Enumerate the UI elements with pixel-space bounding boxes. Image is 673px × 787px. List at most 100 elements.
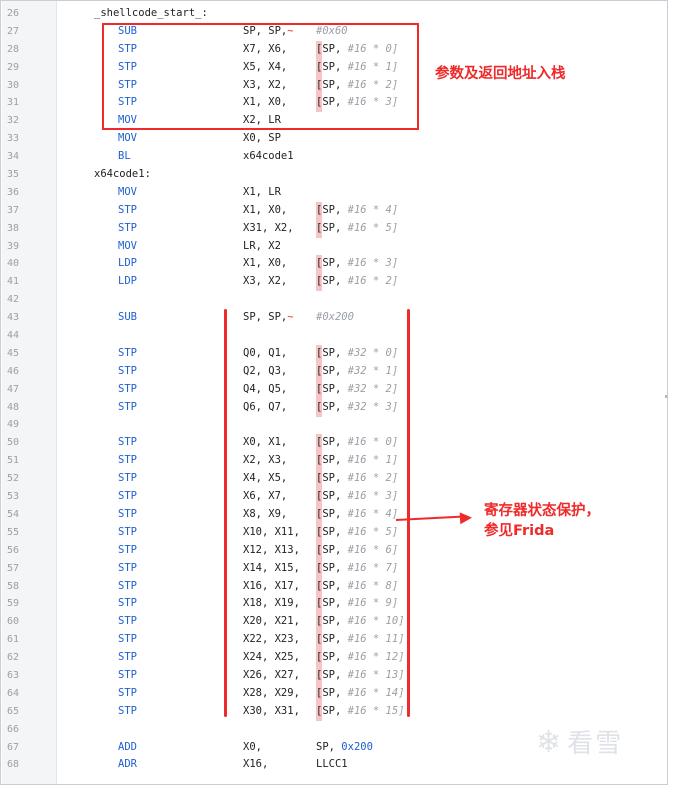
mnemonic: ADR xyxy=(118,758,137,771)
operand-registers: X8, X9, xyxy=(243,507,288,520)
operands: X20, X21, xyxy=(243,613,300,631)
base-register: SP, xyxy=(322,633,348,646)
mnemonic: STP xyxy=(118,668,137,681)
offset-expression: #16 * 14 xyxy=(347,686,399,699)
line-number: 26 xyxy=(7,8,20,19)
code-line: 49 xyxy=(1,416,667,434)
operands: X18, X19, xyxy=(243,595,300,613)
code-line: 40 LDP X1, X0, [SP, #16 * 3] xyxy=(1,255,667,274)
offset-expression: #16 * 5 xyxy=(347,525,392,538)
operands: X0, X1, xyxy=(243,434,287,452)
bracket-close: ] xyxy=(398,615,405,628)
line-number: 54 xyxy=(7,508,20,520)
memory-operand: [SP, #16 * 13] xyxy=(316,666,405,685)
line-number: 46 xyxy=(7,365,20,377)
operand-registers: X2, X3, xyxy=(243,454,288,467)
line-number: 32 xyxy=(7,115,20,127)
base-register: SP, xyxy=(322,668,348,681)
operand-registers: Q4, Q5, xyxy=(243,382,288,395)
line-number: 40 xyxy=(7,258,20,270)
operands: X10, X11, xyxy=(243,524,300,542)
base-register: SP, xyxy=(322,346,348,359)
operand-registers: X12, X13, xyxy=(243,543,300,556)
bracket-close: ] xyxy=(398,651,405,664)
bracket-close: ] xyxy=(391,525,399,538)
watermark: ❄ 看雪 xyxy=(536,723,623,760)
operands: X1, X0, xyxy=(243,202,287,220)
line-number: 61 xyxy=(7,634,20,646)
offset-expression: #16 * 11 xyxy=(347,633,399,646)
operand-registers: X24, X25, xyxy=(243,651,300,664)
code-line: 43 SUB SP, SP,~ #0x200 xyxy=(1,309,667,327)
line-number: 47 xyxy=(7,383,20,395)
line-number: 36 xyxy=(7,186,20,198)
memory-operand: [SP, #16 * 11] xyxy=(316,631,405,650)
memory-operand: [SP, #16 * 9] xyxy=(316,595,398,614)
operand-registers: X31, X2, xyxy=(243,221,294,234)
line-number: 41 xyxy=(7,276,20,288)
line-number: 45 xyxy=(7,347,20,359)
bracket-close: ] xyxy=(391,472,399,485)
bracket-close: ] xyxy=(391,579,399,592)
operands: X3, X2, xyxy=(243,273,287,291)
offset-expression: #16 * 2 xyxy=(347,275,392,288)
offset-expression: #16 * 7 xyxy=(347,561,392,574)
mnemonic: MOV xyxy=(118,132,137,145)
operand-registers: X16, xyxy=(243,758,269,771)
line-number: 50 xyxy=(7,437,20,449)
code-line: 64 STP X28, X29, [SP, #16 * 14] xyxy=(1,684,667,703)
operands: X1, X0, xyxy=(243,255,287,273)
mnemonic: STP xyxy=(118,400,137,413)
base-register: SP, xyxy=(322,490,348,503)
code-line: 39 MOV LR, X2 xyxy=(1,238,667,256)
operand-registers: X0, X1, xyxy=(243,436,288,449)
operand-registers: LR, X2 xyxy=(243,239,281,252)
operand-registers: X28, X29, xyxy=(243,686,300,699)
operands: X14, X15, xyxy=(243,560,300,578)
code-line: 62 STP X24, X25, [SP, #16 * 12] xyxy=(1,649,667,667)
bracket-close: ] xyxy=(391,275,399,288)
offset-expression: #16 * 0 xyxy=(347,436,392,449)
base-register: SP, xyxy=(322,507,348,520)
watermark-text: 看雪 xyxy=(567,729,624,759)
code-line: 44 xyxy=(1,327,667,345)
memory-operand: [SP, #32 * 2] xyxy=(316,380,398,399)
mnemonic: STP xyxy=(118,543,137,556)
operand-registers: X0, SP xyxy=(243,132,281,145)
code-line: 37 STP X1, X0, [SP, #16 * 4] xyxy=(1,201,667,220)
scrollbar-marker xyxy=(665,395,667,398)
mnemonic: STP xyxy=(118,507,137,520)
offset-expression: #32 * 2 xyxy=(347,382,392,395)
code-line: 38 STP X31, X2, [SP, #16 * 5] xyxy=(1,219,667,238)
memory-operand: [SP, #16 * 4] xyxy=(316,505,398,524)
mnemonic: STP xyxy=(118,203,137,216)
bracket-close: ] xyxy=(398,686,405,699)
operands: LR, X2 xyxy=(243,238,281,256)
line-number: 37 xyxy=(7,204,20,216)
operands: X16, xyxy=(243,756,268,774)
base-register: SP, xyxy=(322,364,348,377)
memory-operand: [SP, #16 * 6] xyxy=(316,541,399,560)
mnemonic: STP xyxy=(118,364,137,377)
mnemonic: ADD xyxy=(118,740,137,753)
bracket-close: ] xyxy=(391,490,399,503)
operands: Q4, Q5, xyxy=(243,381,287,399)
operand-registers: X1, X0, xyxy=(243,203,288,216)
line-number: 28 xyxy=(7,43,20,55)
base-register: SP, xyxy=(322,400,348,413)
line-number: 53 xyxy=(7,491,20,503)
operand-registers: Q6, Q7, xyxy=(243,400,288,413)
code-line: 61 STP X22, X23, [SP, #16 * 11] xyxy=(1,631,667,650)
memory-operand: [SP, #16 * 3] xyxy=(316,488,398,506)
operand-registers: X0, xyxy=(243,740,262,753)
base-register: SP, xyxy=(322,436,348,449)
operand-registers: Q2, Q3, xyxy=(243,364,288,377)
operand-registers: Q0, Q1, xyxy=(243,346,288,359)
operand-registers: X6, X7, xyxy=(243,490,288,503)
operand-text: SP, xyxy=(316,740,342,753)
mnemonic: STP xyxy=(118,525,137,538)
base-register: SP, xyxy=(322,615,348,628)
bracket-close: ] xyxy=(398,668,405,681)
offset-expression: #16 * 3 xyxy=(347,490,392,503)
bracket-close: ] xyxy=(391,543,399,556)
